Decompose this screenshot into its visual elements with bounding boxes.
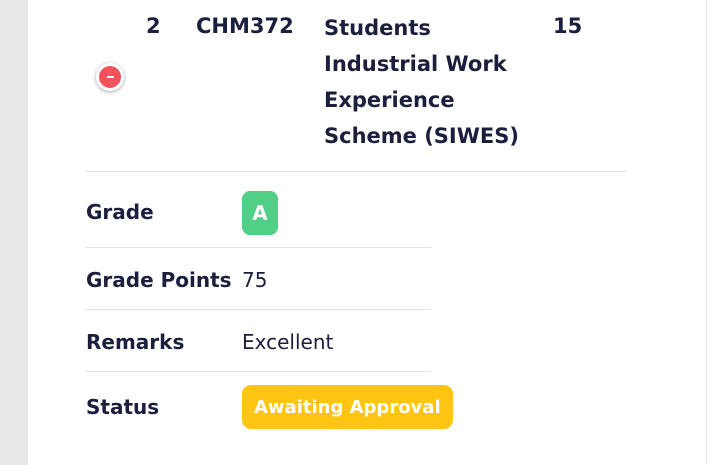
remarks-row: Remarks Excellent [86, 310, 431, 372]
remove-course-button[interactable] [96, 63, 124, 91]
grade-row: Grade A [86, 190, 431, 248]
serial-number: 2 [146, 14, 161, 38]
remarks-divider [86, 371, 431, 372]
status-badge: Awaiting Approval [242, 385, 453, 429]
course-code: CHM372 [196, 14, 294, 38]
grade-label: Grade [86, 200, 154, 224]
grade-points-label: Grade Points [86, 268, 232, 292]
grade-points-row: Grade Points 75 [86, 248, 431, 310]
status-row: Status Awaiting Approval [86, 385, 453, 435]
grade-points-value: 75 [242, 268, 268, 292]
status-label: Status [86, 395, 160, 419]
grade-badge: A [242, 191, 278, 235]
row-divider [86, 171, 626, 172]
course-title: Students Industrial Work Experience Sche… [324, 16, 519, 148]
remarks-label: Remarks [86, 330, 185, 354]
minus-circle-icon [99, 66, 121, 88]
minus-icon-dash [106, 76, 114, 78]
course-row: 2 CHM372 Students Industrial Work Experi… [28, 0, 706, 172]
course-result-card: 2 CHM372 Students Industrial Work Experi… [28, 0, 706, 465]
course-units: 15 [553, 14, 583, 38]
remarks-value: Excellent [242, 330, 334, 354]
